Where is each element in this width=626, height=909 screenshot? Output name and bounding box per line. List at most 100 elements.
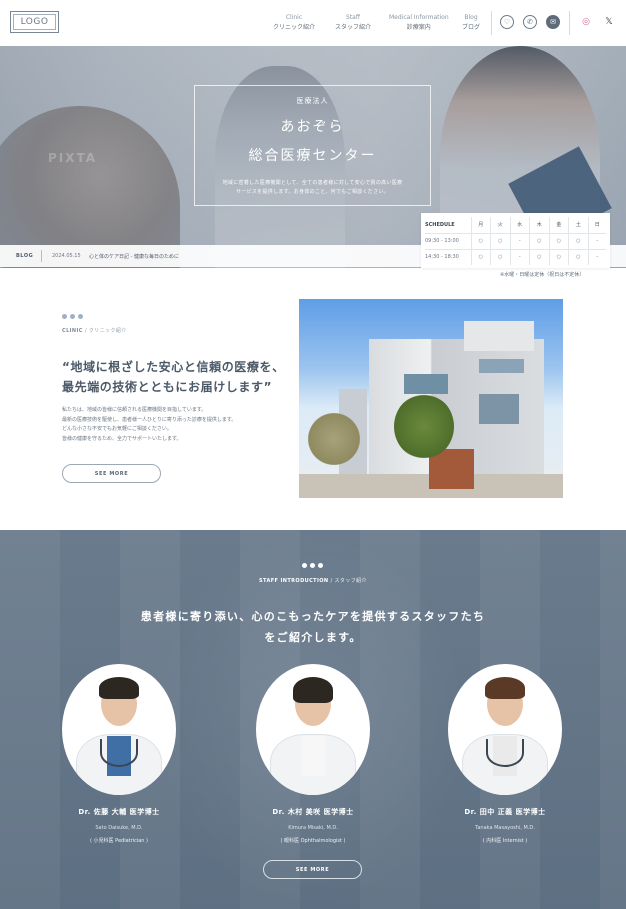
doctor-card[interactable]: Dr. 佐藤 大輔 医学博士 Sato Daisuke, M.D. ( 小児科医…: [62, 664, 176, 844]
clinic-body-text: 私たちは、地域の皆様に信頼される医療機関を目指しています。 最新の医療技術を駆使…: [62, 406, 236, 444]
photo-building-top: [464, 321, 534, 351]
phone-icon[interactable]: ✆: [523, 15, 537, 29]
staff-heading-line2: をご紹介します。: [264, 631, 362, 644]
hero-description: 地域に密着した医療機関として、全ての患者様に対して安心で質の高い医療 サービスを…: [195, 179, 430, 197]
doctor-specialty: ( 内科医 Internist ): [482, 838, 528, 844]
staff-label-en: STAFF INTRODUCTION: [259, 578, 329, 584]
heart-icon[interactable]: ♡: [500, 15, 514, 29]
doctor-photo: [448, 664, 562, 795]
blog-date: 2024.05.15: [52, 253, 81, 259]
schedule-mark: ○: [529, 233, 550, 250]
day-sun: 日: [587, 217, 606, 234]
doctor-roman-name: Sato Daisuke, M.D.: [95, 825, 143, 831]
doctor-specialty: ( 小児科医 Pediatrician ): [90, 838, 148, 844]
photo-window: [479, 394, 519, 424]
nav-clinic[interactable]: Clinic クリニック紹介: [273, 13, 315, 32]
clinic-heading: “地域に根ざした安心と信頼の医療を、 最先端の技術とともにお届けします”: [62, 357, 285, 397]
schedule-row-morning: 09:30 - 13:00 ○ ○ - ○ ○ ○ -: [425, 233, 606, 250]
nav-medical-info-jp: 診療案内: [406, 24, 431, 31]
hero-title-box: 医療法人 あおぞら 総合医療センター 地域に密着した医療機関として、全ての患者様…: [194, 85, 431, 206]
hero-title-line1: あおぞら: [280, 119, 345, 135]
header-divider-2: [569, 11, 570, 35]
photo-window: [479, 359, 524, 373]
header-divider: [491, 11, 492, 35]
schedule-mark: ○: [568, 233, 589, 250]
day-tue: 火: [490, 217, 511, 234]
schedule-mark: ○: [470, 233, 491, 250]
schedule-label: SCHEDULE: [425, 217, 471, 234]
doctor-photo: [62, 664, 176, 795]
hero-desc-line1: 地域に密着した医療機関として、全ての患者様に対して安心で質の高い医療: [222, 180, 403, 186]
schedule-mark: -: [509, 233, 530, 250]
photo-window: [404, 374, 448, 394]
doctor-card[interactable]: Dr. 田中 正義 医学博士 Tanaka Masayoshi, M.D. ( …: [448, 664, 562, 844]
staff-see-more-button[interactable]: SEE MORE: [263, 860, 362, 879]
logo-text: LOGO: [13, 14, 56, 30]
clinic-label-jp: / クリニック紹介: [82, 328, 127, 334]
schedule-row-afternoon: 14:30 - 18:30 ○ ○ - ○ ○ ○ -: [425, 249, 606, 265]
clinic-body-line: どんな小さな不安でもお気軽にご相談ください。: [62, 426, 172, 432]
day-wed: 水: [509, 217, 530, 234]
clinic-body-line: 最新の医療技術を駆使し、患者様一人ひとりに寄り添った診療を提供します。: [62, 416, 237, 423]
clinic-heading-line1: “地域に根ざした安心と信頼の医療を、: [62, 360, 285, 374]
doctor-photo: [256, 664, 370, 795]
schedule-closed-note: ※水曜・日曜は定休（祝日は不定休）: [500, 272, 585, 278]
schedule-table: SCHEDULE 月 火 水 木 金 土 日 09:30 - 13:00 ○ ○…: [421, 213, 610, 268]
doctor-specialty: ( 眼科医 Ophthalmologist ): [280, 838, 346, 844]
nav-blog-en: Blog: [464, 14, 478, 21]
doctor-card[interactable]: Dr. 木村 美咲 医学博士 Kimura Misaki, M.D. ( 眼科医…: [256, 664, 370, 844]
day-thu: 木: [529, 217, 550, 234]
stethoscope-icon: [100, 739, 138, 767]
schedule-time: 09:30 - 13:00: [425, 233, 471, 250]
hero-watermark: PIXTA: [48, 151, 98, 165]
nav-medical-info-en: Medical Information: [389, 14, 449, 21]
nav-staff-jp: スタッフ紹介: [335, 24, 372, 31]
schedule-mark: ○: [529, 249, 550, 265]
schedule-mark: -: [587, 249, 606, 265]
instagram-icon[interactable]: ◎: [579, 14, 593, 30]
hero-subtitle: 医療法人: [296, 97, 329, 105]
clinic-see-more-button[interactable]: SEE MORE: [62, 464, 161, 483]
nav-clinic-en: Clinic: [285, 14, 303, 21]
photo-tree: [394, 394, 454, 459]
mail-icon[interactable]: ✉: [546, 15, 560, 29]
doctor-roman-name: Kimura Misaki, M.D.: [288, 825, 338, 831]
blog-label: BLOG: [16, 253, 34, 259]
clinic-body-line: 皆様の健康を守るため、全力でサポートいたします。: [62, 435, 182, 442]
staff-heading-line1: 患者様に寄り添い、心のこもったケアを提供するスタッフたち: [140, 610, 486, 623]
clinic-label-en: CLINIC: [62, 328, 83, 334]
stethoscope-icon: [486, 739, 524, 767]
nav-clinic-jp: クリニック紹介: [273, 24, 316, 31]
schedule-mark: -: [509, 249, 530, 265]
staff-dots-decoration: [302, 563, 323, 568]
hero-title-line2: 総合医療センター: [248, 148, 377, 164]
blog-title-link[interactable]: 心と体のケア日記 - 健康な毎日のために: [89, 253, 179, 260]
nav-medical-info[interactable]: Medical Information 診療案内: [389, 13, 449, 32]
schedule-mark: ○: [490, 233, 511, 250]
doctor-roman-name: Tanaka Masayoshi, M.D.: [475, 825, 535, 831]
x-icon[interactable]: 𝕏: [602, 14, 616, 30]
clinic-heading-line2: 最先端の技術とともにお届けします”: [62, 380, 273, 394]
schedule-mark: ○: [568, 249, 589, 265]
staff-section-label: STAFF INTRODUCTION / スタッフ紹介: [0, 577, 626, 584]
schedule-mark: -: [587, 233, 606, 250]
nav-blog[interactable]: Blog ブログ: [462, 13, 480, 32]
schedule-mark: ○: [548, 233, 569, 250]
photo-tree: [304, 409, 364, 469]
doctor-name: Dr. 木村 美咲 医学博士: [272, 808, 354, 816]
schedule-header-row: SCHEDULE 月 火 水 木 金 土 日: [425, 217, 606, 234]
schedule-mark: ○: [470, 249, 491, 265]
doctor-hair: [99, 677, 139, 699]
clinic-section-label: CLINIC / クリニック紹介: [62, 327, 127, 334]
schedule-mark: ○: [548, 249, 569, 265]
nav-staff[interactable]: Staff スタッフ紹介: [335, 13, 371, 32]
logo[interactable]: LOGO: [10, 11, 59, 33]
clinic-dots-decoration: [62, 314, 83, 319]
clinic-body-line: 私たちは、地域の皆様に信頼される医療機関を目指しています。: [62, 407, 207, 413]
blog-separator: [41, 250, 42, 262]
staff-heading: 患者様に寄り添い、心のこもったケアを提供するスタッフたち をご紹介します。: [0, 606, 626, 648]
day-sat: 土: [568, 217, 589, 234]
schedule-time: 14:30 - 18:30: [425, 254, 459, 261]
staff-label-jp: / スタッフ紹介: [328, 578, 367, 584]
site-header: LOGO Clinic クリニック紹介 Staff スタッフ紹介 Medical…: [0, 0, 626, 46]
